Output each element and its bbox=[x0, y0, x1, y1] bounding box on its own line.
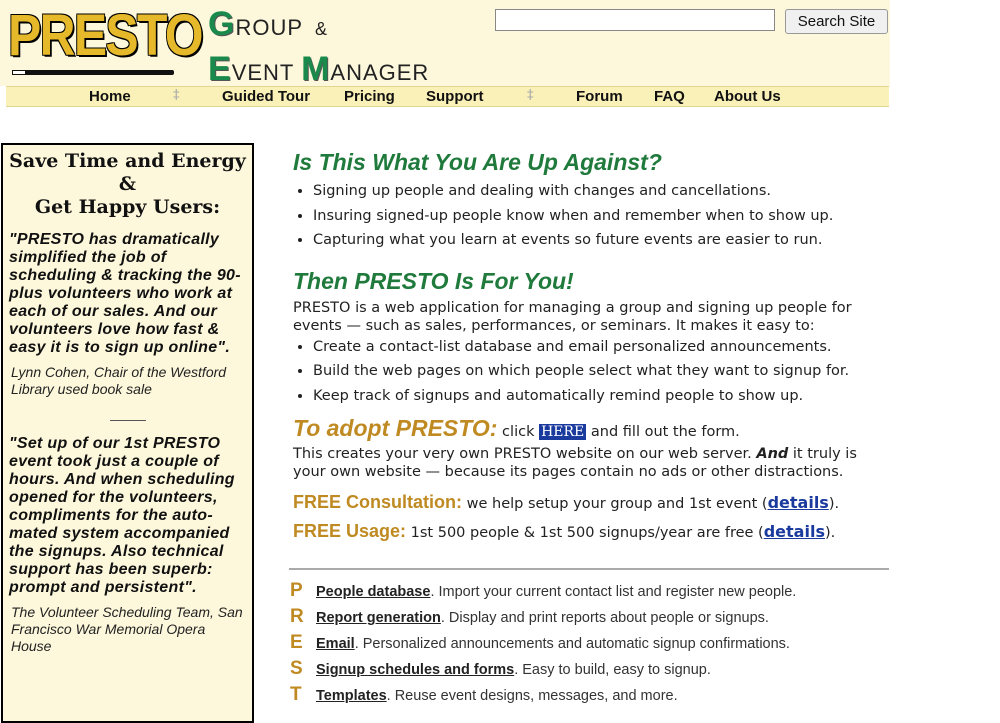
feature-letter: E bbox=[290, 632, 303, 653]
testimonial-attribution: The Volunteer Scheduling Team, San Franc… bbox=[11, 604, 243, 654]
feature-row: P People database. Import your current c… bbox=[290, 580, 890, 606]
heading-for-you: Then PRESTO Is For You! bbox=[293, 267, 574, 294]
tagline-event: VENT bbox=[231, 60, 302, 85]
nav-support[interactable]: Support bbox=[426, 88, 484, 105]
heading-up-against: Is This What You Are Up Against? bbox=[293, 149, 662, 175]
feature-description: . Import your current contact list and r… bbox=[430, 584, 797, 600]
sidebar-heading-line1: Save Time and Energy bbox=[9, 150, 246, 172]
details-link[interactable]: details bbox=[764, 522, 825, 541]
sidebar-heading-line3: Get Happy Users: bbox=[34, 196, 221, 218]
list-item: Create a contact-list database and email… bbox=[313, 335, 893, 360]
search-input[interactable] bbox=[495, 9, 775, 31]
feature-link-templates[interactable]: Templates bbox=[316, 688, 387, 704]
adopt-click-text: click bbox=[497, 424, 540, 440]
testimonial-quote: "PRESTO has dramatically simplified the … bbox=[9, 231, 241, 356]
magic-wand-icon bbox=[12, 70, 174, 75]
feature-description: . Personalized announcements and automat… bbox=[354, 636, 790, 652]
tagline-cap-e: E bbox=[208, 50, 232, 88]
adopt-paragraph-and: And bbox=[756, 446, 789, 462]
free-consultation-text: we help setup your group and 1st event ( bbox=[462, 496, 768, 512]
intro-paragraph: PRESTO is a web application for managing… bbox=[293, 299, 852, 334]
close-paren: ). bbox=[824, 525, 836, 541]
adopt-paragraph-text: This creates your very own PRESTO websit… bbox=[293, 446, 757, 462]
feature-description: . Reuse event designs, messages, and mor… bbox=[386, 688, 678, 704]
tagline-amp: & bbox=[315, 19, 329, 39]
main-nav: Home ‡ Guided Tour Pricing Support ‡ For… bbox=[6, 86, 889, 107]
features-list: Create a contact-list database and email… bbox=[293, 335, 893, 409]
nav-forum[interactable]: Forum bbox=[576, 88, 623, 105]
close-paren: ). bbox=[828, 496, 840, 512]
feature-row: S Signup schedules and forms. Easy to bu… bbox=[290, 658, 890, 684]
feature-link-signup-schedules[interactable]: Signup schedules and forms bbox=[316, 662, 514, 678]
divider bbox=[109, 420, 146, 421]
testimonial-quote: "Set up of our 1st PRESTO event took jus… bbox=[9, 435, 235, 596]
nav-about-us[interactable]: About Us bbox=[714, 88, 781, 105]
nav-separator: ‡ bbox=[173, 88, 180, 103]
here-link[interactable]: HERE bbox=[539, 424, 587, 440]
free-usage-text: 1st 500 people & 1st 500 signups/year ar… bbox=[406, 525, 764, 541]
adopt-paragraph: This creates your very own PRESTO websit… bbox=[293, 445, 893, 481]
feature-description: . Easy to build, easy to signup. bbox=[514, 662, 711, 678]
feature-link-report-generation[interactable]: Report generation bbox=[316, 610, 441, 626]
feature-row: R Report generation. Display and print r… bbox=[290, 606, 890, 632]
list-item: Build the web pages on which people sele… bbox=[313, 359, 893, 384]
nav-home[interactable]: Home bbox=[89, 88, 131, 105]
testimonials-sidebar: Save Time and Energy & Get Happy Users: … bbox=[1, 143, 254, 723]
free-consultation-heading: FREE Consultation: bbox=[293, 492, 462, 512]
feature-link-email[interactable]: Email bbox=[316, 636, 355, 652]
sidebar-heading: Save Time and Energy & Get Happy Users: bbox=[3, 150, 252, 219]
search-site-button[interactable]: Search Site bbox=[785, 9, 888, 34]
free-usage-heading: FREE Usage: bbox=[293, 521, 407, 541]
testimonial-attribution: Lynn Cohen, Chair of the Westford Librar… bbox=[11, 364, 227, 397]
feature-row: E Email. Personalized announcements and … bbox=[290, 632, 890, 658]
adopt-heading: To adopt PRESTO: bbox=[293, 415, 498, 441]
feature-letter: T bbox=[290, 684, 302, 705]
free-usage-row: FREE Usage: 1st 500 people & 1st 500 sig… bbox=[293, 521, 893, 542]
nav-pricing[interactable]: Pricing bbox=[344, 88, 395, 105]
site-tagline: GROUP & EVENT MANAGER bbox=[208, 6, 429, 91]
tagline-manager: ANAGER bbox=[330, 60, 430, 85]
free-consultation-row: FREE Consultation: we help setup your gr… bbox=[293, 492, 893, 513]
feature-letter: S bbox=[290, 658, 303, 679]
nav-separator: ‡ bbox=[527, 88, 534, 103]
problems-list: Signing up people and dealing with chang… bbox=[293, 179, 893, 253]
feature-link-people-database[interactable]: People database bbox=[316, 584, 430, 600]
details-link[interactable]: details bbox=[768, 493, 829, 512]
feature-letter: R bbox=[290, 606, 304, 627]
tagline-cap-m: M bbox=[301, 50, 331, 88]
list-item: Keep track of signups and automatically … bbox=[313, 384, 893, 409]
logo-text: PRESTO bbox=[8, 3, 204, 68]
feature-description: . Display and print reports about people… bbox=[440, 610, 769, 626]
tagline-group: ROUP bbox=[235, 15, 304, 40]
adopt-row: To adopt PRESTO: click HERE and fill out… bbox=[293, 415, 893, 442]
tagline-cap-g: G bbox=[208, 5, 236, 43]
nav-faq[interactable]: FAQ bbox=[654, 88, 685, 105]
feature-row: T Templates. Reuse event designs, messag… bbox=[290, 684, 890, 710]
list-item: Capturing what you learn at events so fu… bbox=[313, 228, 893, 253]
feature-letter: P bbox=[290, 580, 303, 601]
nav-guided-tour[interactable]: Guided Tour bbox=[222, 88, 310, 105]
section-divider bbox=[289, 568, 889, 570]
adopt-rest-text: and fill out the form. bbox=[586, 424, 740, 440]
list-item: Signing up people and dealing with chang… bbox=[313, 179, 893, 204]
sidebar-heading-line2: & bbox=[118, 173, 137, 195]
presto-logo[interactable]: PRESTO bbox=[8, 4, 204, 78]
list-item: Insuring signed-up people know when and … bbox=[313, 204, 893, 229]
main-content: Is This What You Are Up Against? Signing… bbox=[293, 148, 893, 542]
